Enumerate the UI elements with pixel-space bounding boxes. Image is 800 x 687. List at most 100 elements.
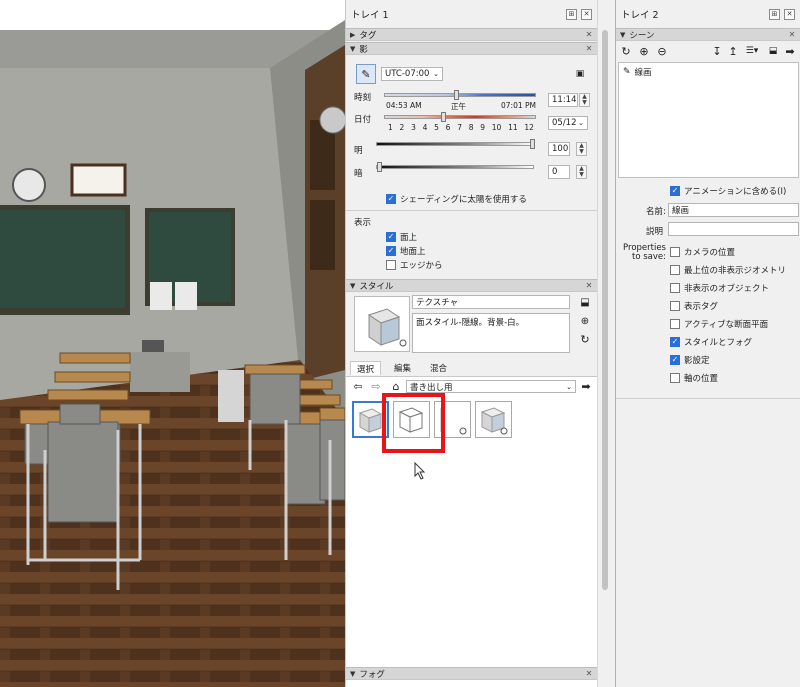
property-checkbox[interactable]: ✓ スタイルとフォグ [670, 336, 752, 348]
light-slider-handle[interactable] [530, 139, 535, 149]
date-value: 05/12 [552, 118, 577, 128]
move-up-icon[interactable]: ↥ [728, 45, 738, 58]
date-slider[interactable] [384, 115, 536, 119]
light-slider[interactable] [376, 142, 534, 146]
collapse-arrow-icon: ▼ [350, 281, 356, 290]
section-styles-header[interactable]: ▼ スタイル ✕ [346, 279, 598, 292]
style-preview-thumbnail [354, 296, 410, 352]
include-animation-checkbox[interactable]: ✓ アニメーションに含める(I) [670, 185, 786, 197]
tray-1-scrollbar[interactable] [597, 0, 615, 687]
tab-mix[interactable]: 混合 [424, 361, 453, 375]
month-tick: 8 [468, 123, 474, 132]
property-checkbox[interactable]: 非表示のオブジェクト [670, 282, 769, 294]
dark-label: 暗 [354, 169, 363, 179]
style-thumbnail-4[interactable] [475, 401, 512, 438]
time-slider-handle[interactable] [454, 90, 459, 100]
close-section-icon[interactable]: ✕ [584, 30, 594, 39]
property-checkbox[interactable]: カメラの位置 [670, 246, 735, 258]
collection-select[interactable]: 書き出し用 ⌄ [406, 380, 576, 393]
model-viewport[interactable] [0, 0, 345, 687]
on-faces-checkbox[interactable]: ✓ 面上 [386, 231, 417, 243]
pin-icon[interactable]: ⊞ [566, 8, 577, 20]
section-scenes-header[interactable]: ▼ シーン ✕ [616, 28, 800, 41]
display-label: 表示 [354, 218, 372, 228]
scrollbar-thumb[interactable] [602, 30, 608, 590]
chevron-down-icon: ⌄ [433, 70, 439, 78]
property-checkbox[interactable]: ✓ 影設定 [670, 354, 710, 366]
chevron-down-icon: ⌄ [566, 382, 572, 391]
tray-2-title: トレイ 2 [621, 10, 659, 21]
date-select[interactable]: 05/12 ⌄ [548, 116, 588, 130]
tab-edit[interactable]: 編集 [388, 361, 417, 375]
use-sun-label: シェーディングに太陽を使用する [400, 195, 527, 205]
on-ground-checkbox[interactable]: ✓ 地面上 [386, 245, 426, 257]
forward-arrow-icon[interactable]: ⇨ [370, 380, 382, 393]
close-section-icon[interactable]: ✕ [584, 281, 594, 290]
move-down-icon[interactable]: ↧ [712, 45, 722, 58]
scene-description-input[interactable] [668, 222, 799, 236]
check-icon: ✓ [670, 186, 680, 196]
from-edges-checkbox[interactable]: エッジから [386, 259, 443, 271]
close-section-icon[interactable]: ✕ [787, 30, 797, 39]
dark-slider-handle[interactable] [377, 162, 382, 172]
update-style-icon[interactable]: ↻ [578, 332, 592, 346]
details-arrow-icon[interactable]: ➡ [580, 380, 592, 393]
tab-select[interactable]: 選択 [350, 361, 382, 375]
property-checkbox[interactable]: 軸の位置 [670, 372, 718, 384]
create-style-icon[interactable]: ⊕ [578, 314, 592, 328]
details-arrow-icon[interactable]: ➡ [784, 45, 796, 58]
tray-1-title: トレイ 1 [351, 10, 389, 21]
close-icon[interactable]: ✕ [581, 8, 592, 20]
property-checkbox[interactable]: 最上位の非表示ジオメトリ [670, 264, 786, 276]
style-name-input[interactable]: テクスチャ [412, 295, 570, 309]
property-checkbox[interactable]: アクティブな断面平面 [670, 318, 768, 330]
list-item[interactable]: ✎ 線画 [623, 66, 652, 78]
close-section-icon[interactable]: ✕ [584, 44, 594, 53]
property-label: 非表示のオブジェクト [684, 284, 770, 294]
property-label: カメラの位置 [684, 248, 736, 258]
time-spinner[interactable]: ▲ ▼ [579, 93, 590, 107]
back-arrow-icon[interactable]: ⇦ [352, 380, 364, 393]
home-icon[interactable]: ⌂ [390, 380, 402, 393]
close-section-icon[interactable]: ✕ [584, 669, 594, 678]
light-spinner[interactable]: ▲ ▼ [576, 142, 587, 156]
view-options-icon[interactable]: ☰▾ [744, 45, 760, 57]
divider [346, 210, 598, 211]
thumbnail-icon[interactable]: ⬓ [767, 45, 779, 57]
checkbox-box [670, 301, 680, 311]
add-scene-icon[interactable]: ⊕ [638, 45, 650, 58]
style-description-field[interactable]: 面スタイル-隠線。背景-白。 [412, 313, 570, 353]
timezone-select[interactable]: UTC-07:00 ⌄ [381, 67, 443, 81]
toggle-shadows-button[interactable]: ✎ [356, 64, 376, 84]
remove-scene-icon[interactable]: ⊖ [656, 45, 668, 58]
collapse-arrow-icon: ▼ [620, 30, 626, 39]
dark-spinner[interactable]: ▲ ▼ [576, 165, 587, 179]
tray-2-panel: トレイ 2 ⊞ ✕ ▼ シーン ✕ ↻ ⊕ ⊖ ↧ ↥ ☰▾ ⬓ ➡ ✎ 線画 … [615, 0, 800, 687]
check-icon: ✓ [670, 337, 680, 347]
check-icon: ✓ [386, 194, 396, 204]
close-icon[interactable]: ✕ [784, 8, 795, 20]
time-slider[interactable] [384, 93, 536, 97]
update-scene-icon[interactable]: ↻ [620, 45, 632, 58]
date-slider-handle[interactable] [441, 112, 446, 122]
section-fog-header[interactable]: ▼ フォグ ✕ [346, 667, 598, 680]
dark-input[interactable]: 0 [548, 165, 570, 179]
property-checkbox[interactable]: 表示タグ [670, 300, 718, 312]
classroom-scene [0, 0, 345, 687]
property-label: 表示タグ [684, 302, 719, 312]
section-tags-header[interactable]: ▶ タグ ✕ [346, 28, 598, 41]
time-input[interactable]: 11:14 [548, 93, 578, 107]
pin-icon[interactable]: ⊞ [769, 8, 780, 20]
light-input[interactable]: 100 [548, 142, 570, 156]
section-shadows-header[interactable]: ▼ 影 ✕ [346, 42, 598, 55]
use-sun-checkbox[interactable]: ✓ シェーディングに太陽を使用する [386, 193, 527, 205]
property-label: 最上位の非表示ジオメトリ [684, 266, 787, 276]
property-label: 軸の位置 [684, 374, 719, 384]
scene-name-input[interactable]: 線画 [668, 203, 799, 217]
style-tabs: 選択 編集 混合 [346, 361, 598, 377]
on-ground-label: 地面上 [400, 247, 426, 257]
dark-slider[interactable] [376, 165, 534, 169]
date-label: 日付 [354, 115, 372, 125]
save-style-icon[interactable]: ⬓ [579, 296, 591, 308]
details-toggle-icon[interactable]: ▣ [574, 68, 586, 80]
